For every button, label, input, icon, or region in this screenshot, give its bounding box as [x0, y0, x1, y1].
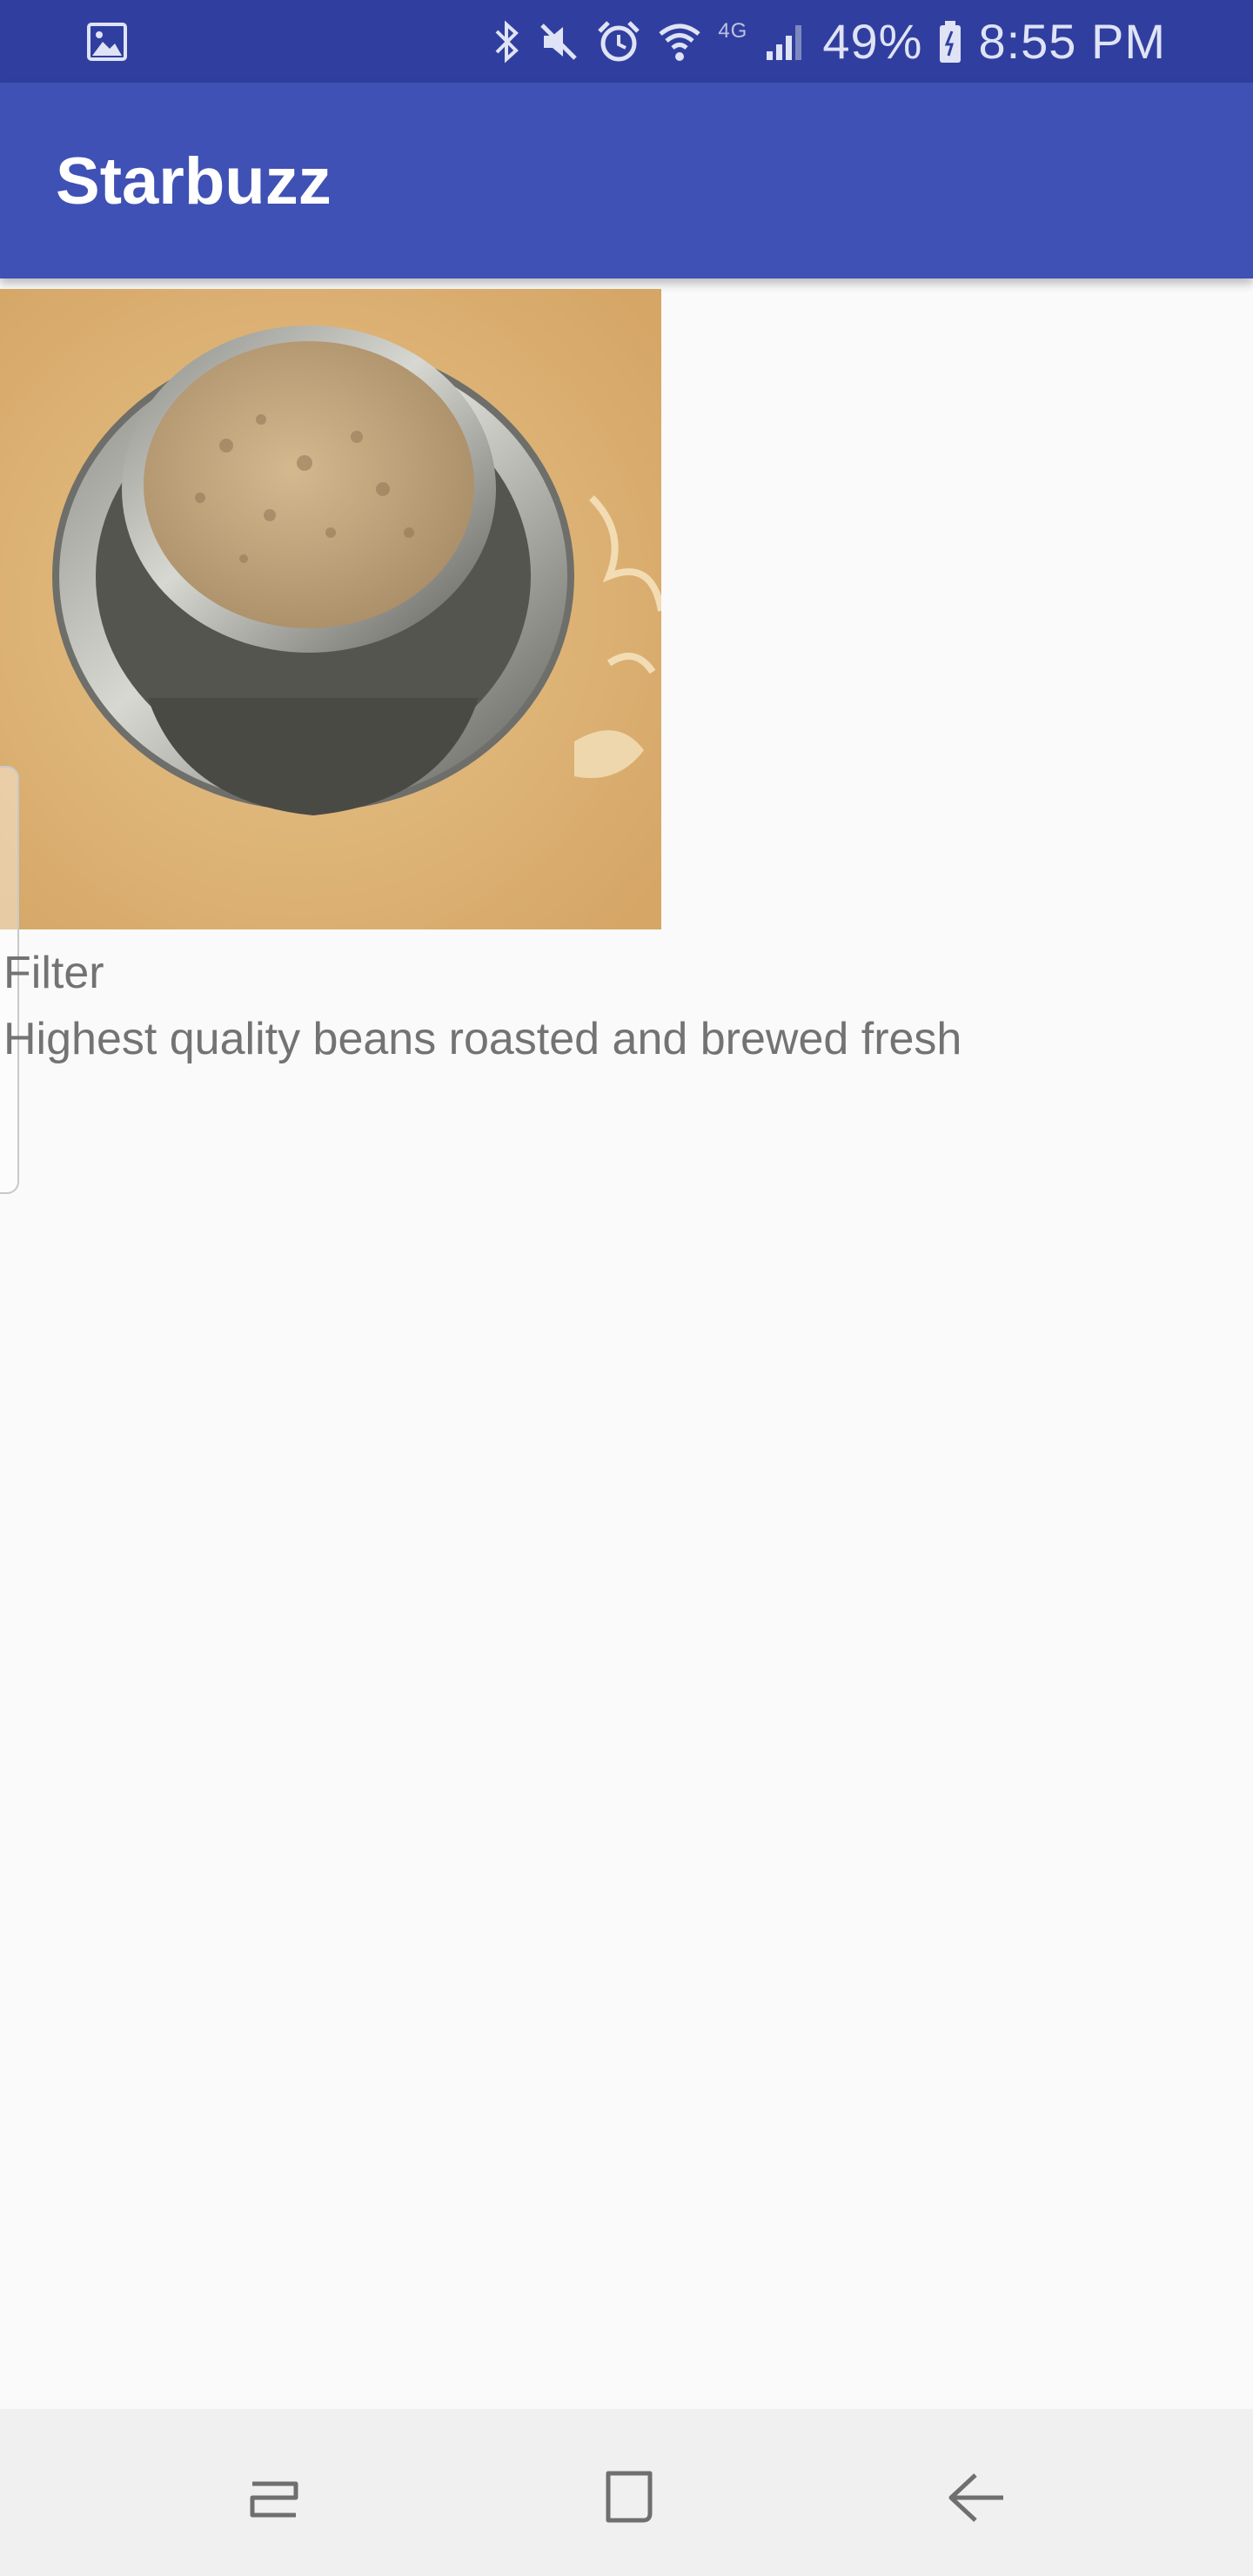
clock: 8:55 PM: [978, 14, 1166, 69]
battery-percent: 49%: [822, 14, 923, 69]
drink-name: Filter: [3, 948, 104, 998]
signal-icon: [763, 20, 807, 64]
network-type: 4G: [718, 19, 748, 43]
gallery-icon: [87, 23, 127, 65]
wifi-icon: [657, 20, 702, 64]
bluetooth-icon: [492, 19, 521, 64]
battery-icon: [938, 19, 962, 64]
drink-description: Highest quality beans roasted and brewed…: [3, 1014, 962, 1064]
app-bar: Starbuzz: [0, 83, 1253, 278]
navigation-bar: [0, 2409, 1253, 2576]
home-icon[interactable]: [587, 2458, 666, 2536]
alarm-icon: [596, 19, 641, 64]
page-title: Starbuzz: [56, 144, 332, 218]
coffee-photo: [0, 289, 661, 929]
status-bar: 4G 49% 8:55 PM: [0, 0, 1253, 83]
back-icon[interactable]: [935, 2458, 1014, 2536]
mute-icon: [537, 20, 580, 64]
recent-apps-icon[interactable]: [235, 2458, 313, 2536]
